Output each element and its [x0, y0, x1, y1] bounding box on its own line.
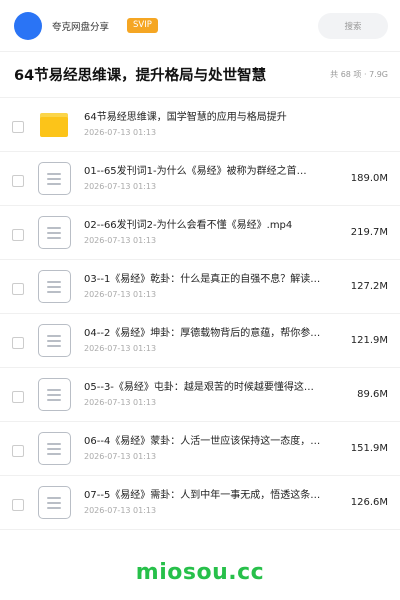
avatar[interactable] — [14, 11, 42, 40]
file-time: 2026-07-13 01:13 — [84, 506, 157, 515]
file-info: 05--3-《易经》屯卦：越是艰苦的时候越要懂得这… 2026-07-13 01:… — [84, 381, 334, 408]
file-info: 02--66发刊词2-为什么会看不懂《易经》.mp4 2026-07-13 01:… — [84, 219, 334, 246]
file-row[interactable]: 02--66发刊词2-为什么会看不懂《易经》.mp4 2026-07-13 01:… — [0, 206, 400, 260]
file-info: 07--5《易经》需卦：人到中年一事无成，悟透这条… 2026-07-13 01:… — [84, 489, 334, 516]
file-time: 2026-07-13 01:13 — [84, 182, 157, 191]
file-row[interactable]: 03--1《易经》乾卦：什么是真正的自强不息？解读… 2026-07-13 01:… — [0, 260, 400, 314]
file-row[interactable]: 06--4《易经》蒙卦：人活一世应该保持这一态度，… 2026-07-13 01:… — [0, 422, 400, 476]
document-icon — [38, 323, 72, 358]
header: 夸克网盘分享 SVIP 搜索 — [0, 0, 400, 52]
file-row[interactable]: 05--3-《易经》屯卦：越是艰苦的时候越要懂得这… 2026-07-13 01:… — [0, 368, 400, 422]
file-name[interactable]: 05--3-《易经》屯卦：越是艰苦的时候越要懂得这… — [84, 381, 334, 395]
search-box[interactable]: 搜索 — [318, 12, 388, 39]
folder-icon — [38, 108, 72, 142]
file-size: 127.2M — [350, 281, 388, 292]
svip-badge: SVIP — [127, 18, 158, 33]
file-name[interactable]: 06--4《易经》蒙卦：人活一世应该保持这一态度，… — [84, 435, 334, 449]
file-time: 2026-07-13 01:13 — [84, 290, 157, 299]
row-checkbox[interactable] — [12, 498, 24, 511]
file-row[interactable]: 01--65发刊词1-为什么《易经》被称为群经之首… 2026-07-13 01:… — [0, 152, 400, 206]
row-checkbox[interactable] — [12, 228, 24, 241]
file-info: 04--2《易经》坤卦：厚德载物背后的意蕴，帮你参… 2026-07-13 01:… — [84, 327, 334, 354]
title-bar: 64节易经思维课，提升格局与处世智慧 共 68 项 · 7.9G — [0, 52, 400, 98]
file-size: 121.9M — [350, 335, 388, 346]
page-title: 64节易经思维课，提升格局与处世智慧 — [14, 68, 267, 84]
file-name[interactable]: 04--2《易经》坤卦：厚德载物背后的意蕴，帮你参… — [84, 327, 334, 341]
file-size: 89.6M — [357, 389, 388, 400]
file-time: 2026-07-13 01:13 — [84, 344, 157, 353]
row-checkbox[interactable] — [12, 282, 24, 295]
file-list: 64节易经思维课，国学智慧的应用与格局提升 2026-07-13 01:13 01-… — [0, 98, 400, 530]
file-size: 151.9M — [350, 443, 388, 454]
row-checkbox[interactable] — [12, 444, 24, 457]
file-row[interactable]: 64节易经思维课，国学智慧的应用与格局提升 2026-07-13 01:13 — [0, 98, 400, 152]
document-icon — [38, 377, 72, 412]
file-info: 06--4《易经》蒙卦：人活一世应该保持这一态度，… 2026-07-13 01:… — [84, 435, 334, 462]
file-size: 126.6M — [350, 497, 388, 508]
file-info: 03--1《易经》乾卦：什么是真正的自强不息？解读… 2026-07-13 01:… — [84, 273, 334, 300]
file-time: 2026-07-13 01:13 — [84, 452, 157, 461]
document-icon — [38, 161, 72, 196]
search-placeholder: 搜索 — [344, 21, 362, 32]
file-time: 2026-07-13 01:13 — [84, 128, 157, 137]
row-checkbox[interactable] — [12, 174, 24, 187]
file-row[interactable]: 07--5《易经》需卦：人到中年一事无成，悟透这条… 2026-07-13 01:… — [0, 476, 400, 530]
document-icon — [38, 431, 72, 466]
file-name[interactable]: 07--5《易经》需卦：人到中年一事无成，悟透这条… — [84, 489, 334, 503]
document-icon — [38, 485, 72, 520]
file-info: 01--65发刊词1-为什么《易经》被称为群经之首… 2026-07-13 01:… — [84, 165, 334, 192]
file-name[interactable]: 02--66发刊词2-为什么会看不懂《易经》.mp4 — [84, 219, 334, 233]
file-info: 64节易经思维课，国学智慧的应用与格局提升 2026-07-13 01:13 — [84, 111, 334, 138]
file-row[interactable]: 04--2《易经》坤卦：厚德载物背后的意蕴，帮你参… 2026-07-13 01:… — [0, 314, 400, 368]
file-name[interactable]: 01--65发刊词1-为什么《易经》被称为群经之首… — [84, 165, 334, 179]
file-time: 2026-07-13 01:13 — [84, 236, 157, 245]
row-checkbox[interactable] — [12, 120, 24, 133]
document-icon — [38, 269, 72, 304]
row-checkbox[interactable] — [12, 390, 24, 403]
file-time: 2026-07-13 01:13 — [84, 398, 157, 407]
row-checkbox[interactable] — [12, 336, 24, 349]
item-count-meta: 共 68 项 · 7.9G — [330, 70, 388, 79]
file-size: 219.7M — [350, 227, 388, 238]
file-name[interactable]: 03--1《易经》乾卦：什么是真正的自强不息？解读… — [84, 273, 334, 287]
document-icon — [38, 215, 72, 250]
file-name[interactable]: 64节易经思维课，国学智慧的应用与格局提升 — [84, 111, 334, 125]
file-size: 189.0M — [350, 173, 388, 184]
watermark: miosou.cc — [135, 560, 265, 585]
site-name: 夸克网盘分享 — [52, 21, 110, 33]
